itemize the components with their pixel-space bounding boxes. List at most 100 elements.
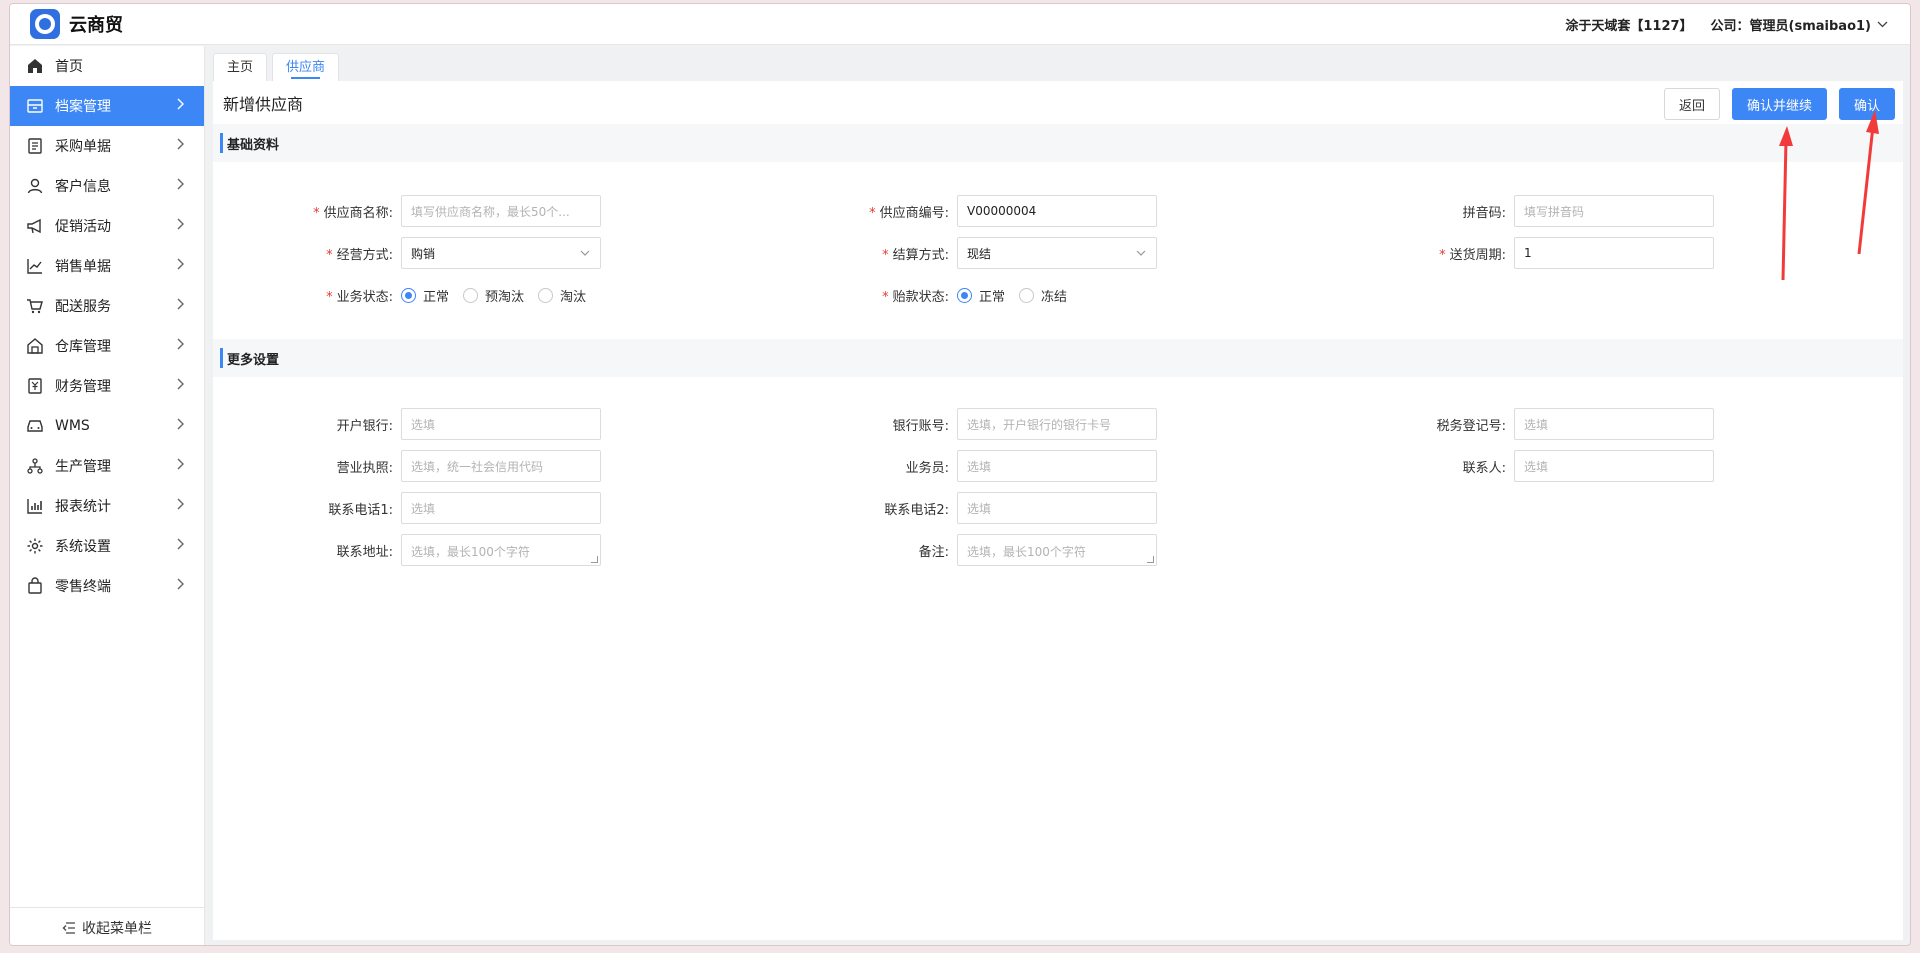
payment-status-field: * 贻款状态: 正常 冻结: [807, 279, 1081, 311]
salesman-input[interactable]: 选填: [957, 450, 1157, 482]
supplier-name-input[interactable]: 填写供应商名称，最长50个...: [401, 195, 601, 227]
pinyin-label: 拼音码:: [1462, 205, 1506, 221]
sidebar-item-label: WMS: [55, 418, 90, 434]
bank-account-input[interactable]: 选填，开户银行的银行卡号: [957, 408, 1157, 440]
sidebar-item-0[interactable]: 首页: [10, 46, 204, 86]
pinyin-field: 拼音码: 填写拼音码: [1364, 195, 1714, 227]
sidebar-item-label: 报表统计: [55, 499, 111, 515]
tax-no-field: 税务登记号: 选填: [1364, 408, 1714, 440]
sidebar-menu: 首页档案管理采购单据客户信息促销活动销售单据配送服务 仓库管理 财务管理 WMS 生产管…: [10, 46, 204, 606]
required-mark: *: [882, 289, 889, 305]
radio-label: 正常: [979, 289, 1006, 305]
chevron-down-icon[interactable]: [1877, 18, 1888, 31]
supplier-name-field: * 供应商名称: 填写供应商名称，最长50个...: [251, 195, 601, 227]
delivery-cycle-label: 送货周期:: [1449, 247, 1506, 263]
phone1-label: 联系电话1:: [328, 502, 393, 518]
sidebar-item-10[interactable]: 生产管理: [10, 446, 204, 486]
radio-business-eliminated[interactable]: 淘汰: [538, 286, 586, 305]
sidebar-item-1[interactable]: 档案管理: [10, 86, 204, 126]
address-field: 联系地址: 选填，最长100个字符: [251, 534, 601, 566]
address-placeholder: 选填，最长100个字符: [411, 545, 530, 559]
confirm-continue-button[interactable]: 确认并继续: [1731, 88, 1827, 120]
sidebar-item-11[interactable]: 报表统计: [10, 486, 204, 526]
radio-label: 预淘汰: [485, 289, 525, 305]
settlement-select[interactable]: 现结: [957, 237, 1157, 269]
sidebar-item-3[interactable]: 客户信息: [10, 166, 204, 206]
chevron-right-icon: [176, 418, 184, 434]
license-input[interactable]: 选填，统一社会信用代码: [401, 450, 601, 482]
resize-handle-icon[interactable]: [591, 556, 598, 563]
required-mark: *: [326, 289, 333, 305]
page-tabs: 主页 供应商: [213, 53, 344, 81]
phone1-input[interactable]: 选填: [401, 492, 601, 524]
chevron-right-icon: [176, 498, 184, 514]
collapse-menu-label: 收起菜单栏: [82, 920, 152, 937]
tab-supplier[interactable]: 供应商: [272, 53, 340, 81]
brand-name: 云商贸: [69, 15, 123, 36]
remark-textarea[interactable]: 选填，最长100个字符: [957, 534, 1157, 566]
contact-label: 联系人:: [1462, 460, 1506, 476]
radio-unchecked-icon: [1019, 287, 1035, 303]
sidebar-item-label: 系统设置: [55, 539, 111, 555]
license-field: 营业执照: 选填，统一社会信用代码: [251, 450, 601, 482]
account-info[interactable]: 涂于天域套【1127】: [1565, 15, 1692, 34]
chevron-right-icon: [176, 178, 184, 194]
bar-chart-icon: [26, 497, 44, 515]
page-title: 新增供应商: [223, 94, 304, 114]
sidebar-item-13[interactable]: 零售终端: [10, 566, 204, 606]
sidebar-item-label: 销售单据: [55, 259, 111, 275]
sidebar: 首页档案管理采购单据客户信息促销活动销售单据配送服务 仓库管理 财务管理 WMS 生产管…: [10, 46, 205, 945]
delivery-cycle-input[interactable]: 1: [1514, 237, 1714, 269]
home-icon: [26, 57, 44, 75]
bank-account-field: 银行账号: 选填，开户银行的银行卡号: [807, 408, 1157, 440]
collapse-menu-button[interactable]: 收起菜单栏: [10, 907, 204, 945]
sidebar-item-12[interactable]: 系统设置: [10, 526, 204, 566]
contact-input[interactable]: 选填: [1514, 450, 1714, 482]
sidebar-item-8[interactable]: 财务管理: [10, 366, 204, 406]
radio-unchecked-icon: [463, 287, 479, 303]
confirm-button[interactable]: 确认: [1838, 88, 1895, 120]
business-mode-select[interactable]: 购销: [401, 237, 601, 269]
main-content: 新增供应商 返回 确认并继续 确认 基础资料 * 供应商名称: 填写供应商名称，最…: [213, 81, 1903, 940]
back-button[interactable]: 返回: [1663, 88, 1720, 120]
settlement-field: * 结算方式: 现结: [807, 237, 1157, 269]
section-more-settings: 更多设置: [213, 339, 1903, 377]
network-icon: [26, 457, 44, 475]
salesman-field: 业务员: 选填: [807, 450, 1157, 482]
tax-no-input[interactable]: 选填: [1514, 408, 1714, 440]
radio-business-normal[interactable]: 正常: [401, 286, 449, 305]
chevron-right-icon: [176, 338, 184, 354]
sidebar-item-5[interactable]: 销售单据: [10, 246, 204, 286]
address-textarea[interactable]: 选填，最长100个字符: [401, 534, 601, 566]
sidebar-item-4[interactable]: 促销活动: [10, 206, 204, 246]
sidebar-item-2[interactable]: 采购单据: [10, 126, 204, 166]
sidebar-item-label: 档案管理: [55, 99, 111, 115]
bank-input[interactable]: 选填: [401, 408, 601, 440]
remark-placeholder: 选填，最长100个字符: [967, 545, 1086, 559]
company-info[interactable]: 公司：管理员(smaibao1): [1711, 15, 1871, 34]
radio-label: 冻结: [1041, 289, 1068, 305]
sidebar-item-label: 客户信息: [55, 179, 111, 195]
supplier-code-input[interactable]: V00000004: [957, 195, 1157, 227]
business-mode-value: 购销: [411, 246, 436, 261]
chevron-right-icon: [176, 578, 184, 594]
radio-unchecked-icon: [538, 287, 554, 303]
sidebar-item-9[interactable]: WMS: [10, 406, 204, 446]
phone2-label: 联系电话2:: [884, 502, 949, 518]
chevron-right-icon: [176, 218, 184, 234]
radio-business-pre-eliminate[interactable]: 预淘汰: [463, 286, 524, 305]
sidebar-item-7[interactable]: 仓库管理: [10, 326, 204, 366]
section-basic-info: 基础资料: [213, 124, 1903, 162]
resize-handle-icon[interactable]: [1147, 556, 1154, 563]
purchase-doc-icon: [26, 137, 44, 155]
required-mark: *: [869, 205, 876, 221]
phone2-input[interactable]: 选填: [957, 492, 1157, 524]
tab-home[interactable]: 主页: [213, 53, 268, 81]
pinyin-input[interactable]: 填写拼音码: [1514, 195, 1714, 227]
radio-payment-normal[interactable]: 正常: [957, 286, 1005, 305]
radio-payment-frozen[interactable]: 冻结: [1019, 286, 1067, 305]
sidebar-item-6[interactable]: 配送服务: [10, 286, 204, 326]
payment-status-radios: 正常 冻结: [957, 286, 1081, 305]
archive-icon: [26, 97, 44, 115]
bank-account-label: 银行账号:: [892, 418, 949, 434]
